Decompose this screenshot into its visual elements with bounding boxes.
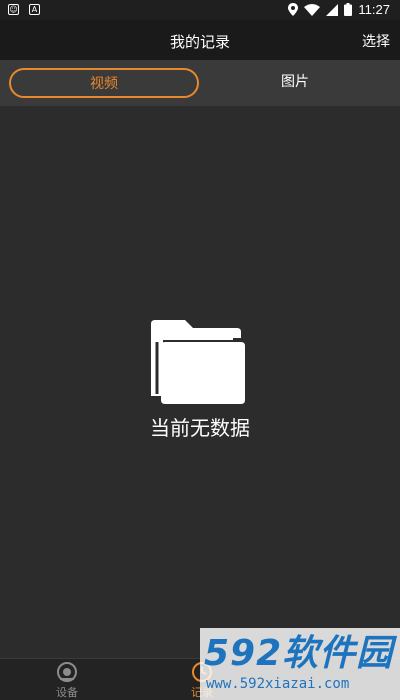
signal-icon — [326, 3, 339, 16]
empty-state: 当前无数据 — [0, 320, 400, 441]
status-right: 11:27 — [288, 2, 390, 17]
select-button[interactable]: 选择 — [362, 31, 390, 51]
watermark-logo: 592软件园 — [204, 633, 394, 674]
wifi-icon — [304, 3, 321, 16]
app-icon: A — [29, 4, 40, 15]
status-bar: ☺ A 11:27 — [0, 0, 400, 20]
watermark: 592软件园 www.592xiazai.com — [200, 628, 400, 700]
page-title: 我的记录 — [169, 33, 230, 51]
folder-icon — [151, 320, 245, 404]
notification-icon: ☺ — [8, 4, 19, 15]
tab-image[interactable]: 图片 — [200, 68, 390, 98]
tab-bar: 视频 图片 — [0, 60, 400, 106]
status-left: ☺ A — [8, 4, 40, 15]
status-time: 11:27 — [358, 2, 390, 17]
tab-video[interactable]: 视频 — [9, 68, 199, 98]
bottom-tab-device-label: 设备 — [56, 686, 78, 699]
app-screen: ☺ A 11:27 我的记录 选择 视频 图片 当前无数据 设备 592软件园 … — [0, 0, 400, 700]
location-icon — [288, 3, 299, 16]
empty-state-text: 当前无数据 — [150, 416, 250, 440]
bottom-tab-device[interactable]: 设备 — [32, 661, 102, 700]
watermark-url: www.592xiazai.com — [206, 676, 350, 692]
camera-icon — [57, 662, 77, 682]
battery-icon — [344, 3, 353, 16]
nav-bar: 我的记录 选择 — [0, 20, 400, 60]
